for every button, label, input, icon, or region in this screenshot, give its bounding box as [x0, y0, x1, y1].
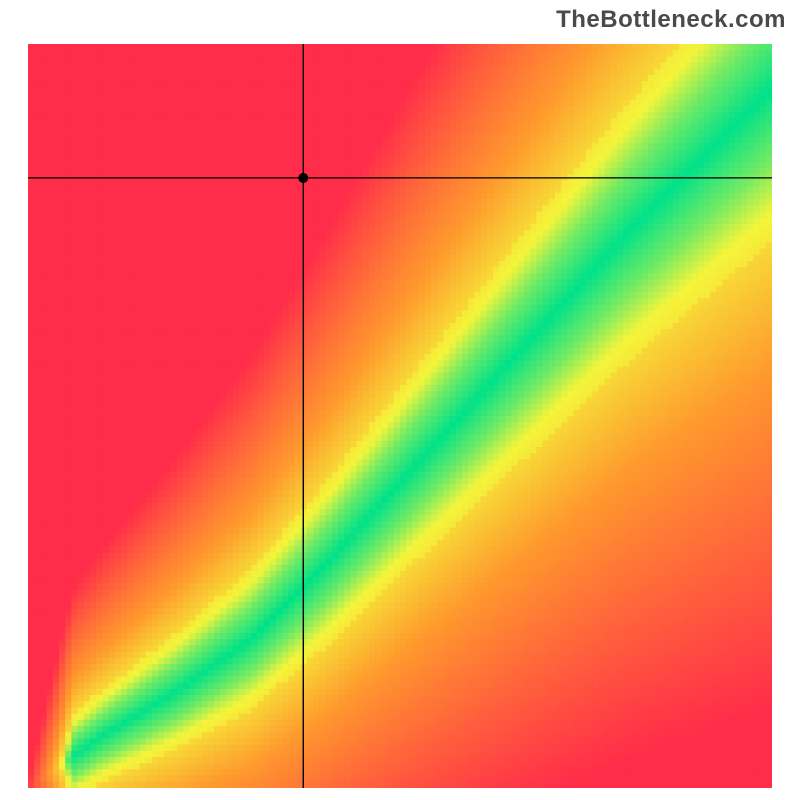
attribution-text: TheBottleneck.com [556, 6, 786, 34]
heatmap-canvas [28, 44, 772, 788]
bottleneck-heatmap [28, 44, 772, 788]
